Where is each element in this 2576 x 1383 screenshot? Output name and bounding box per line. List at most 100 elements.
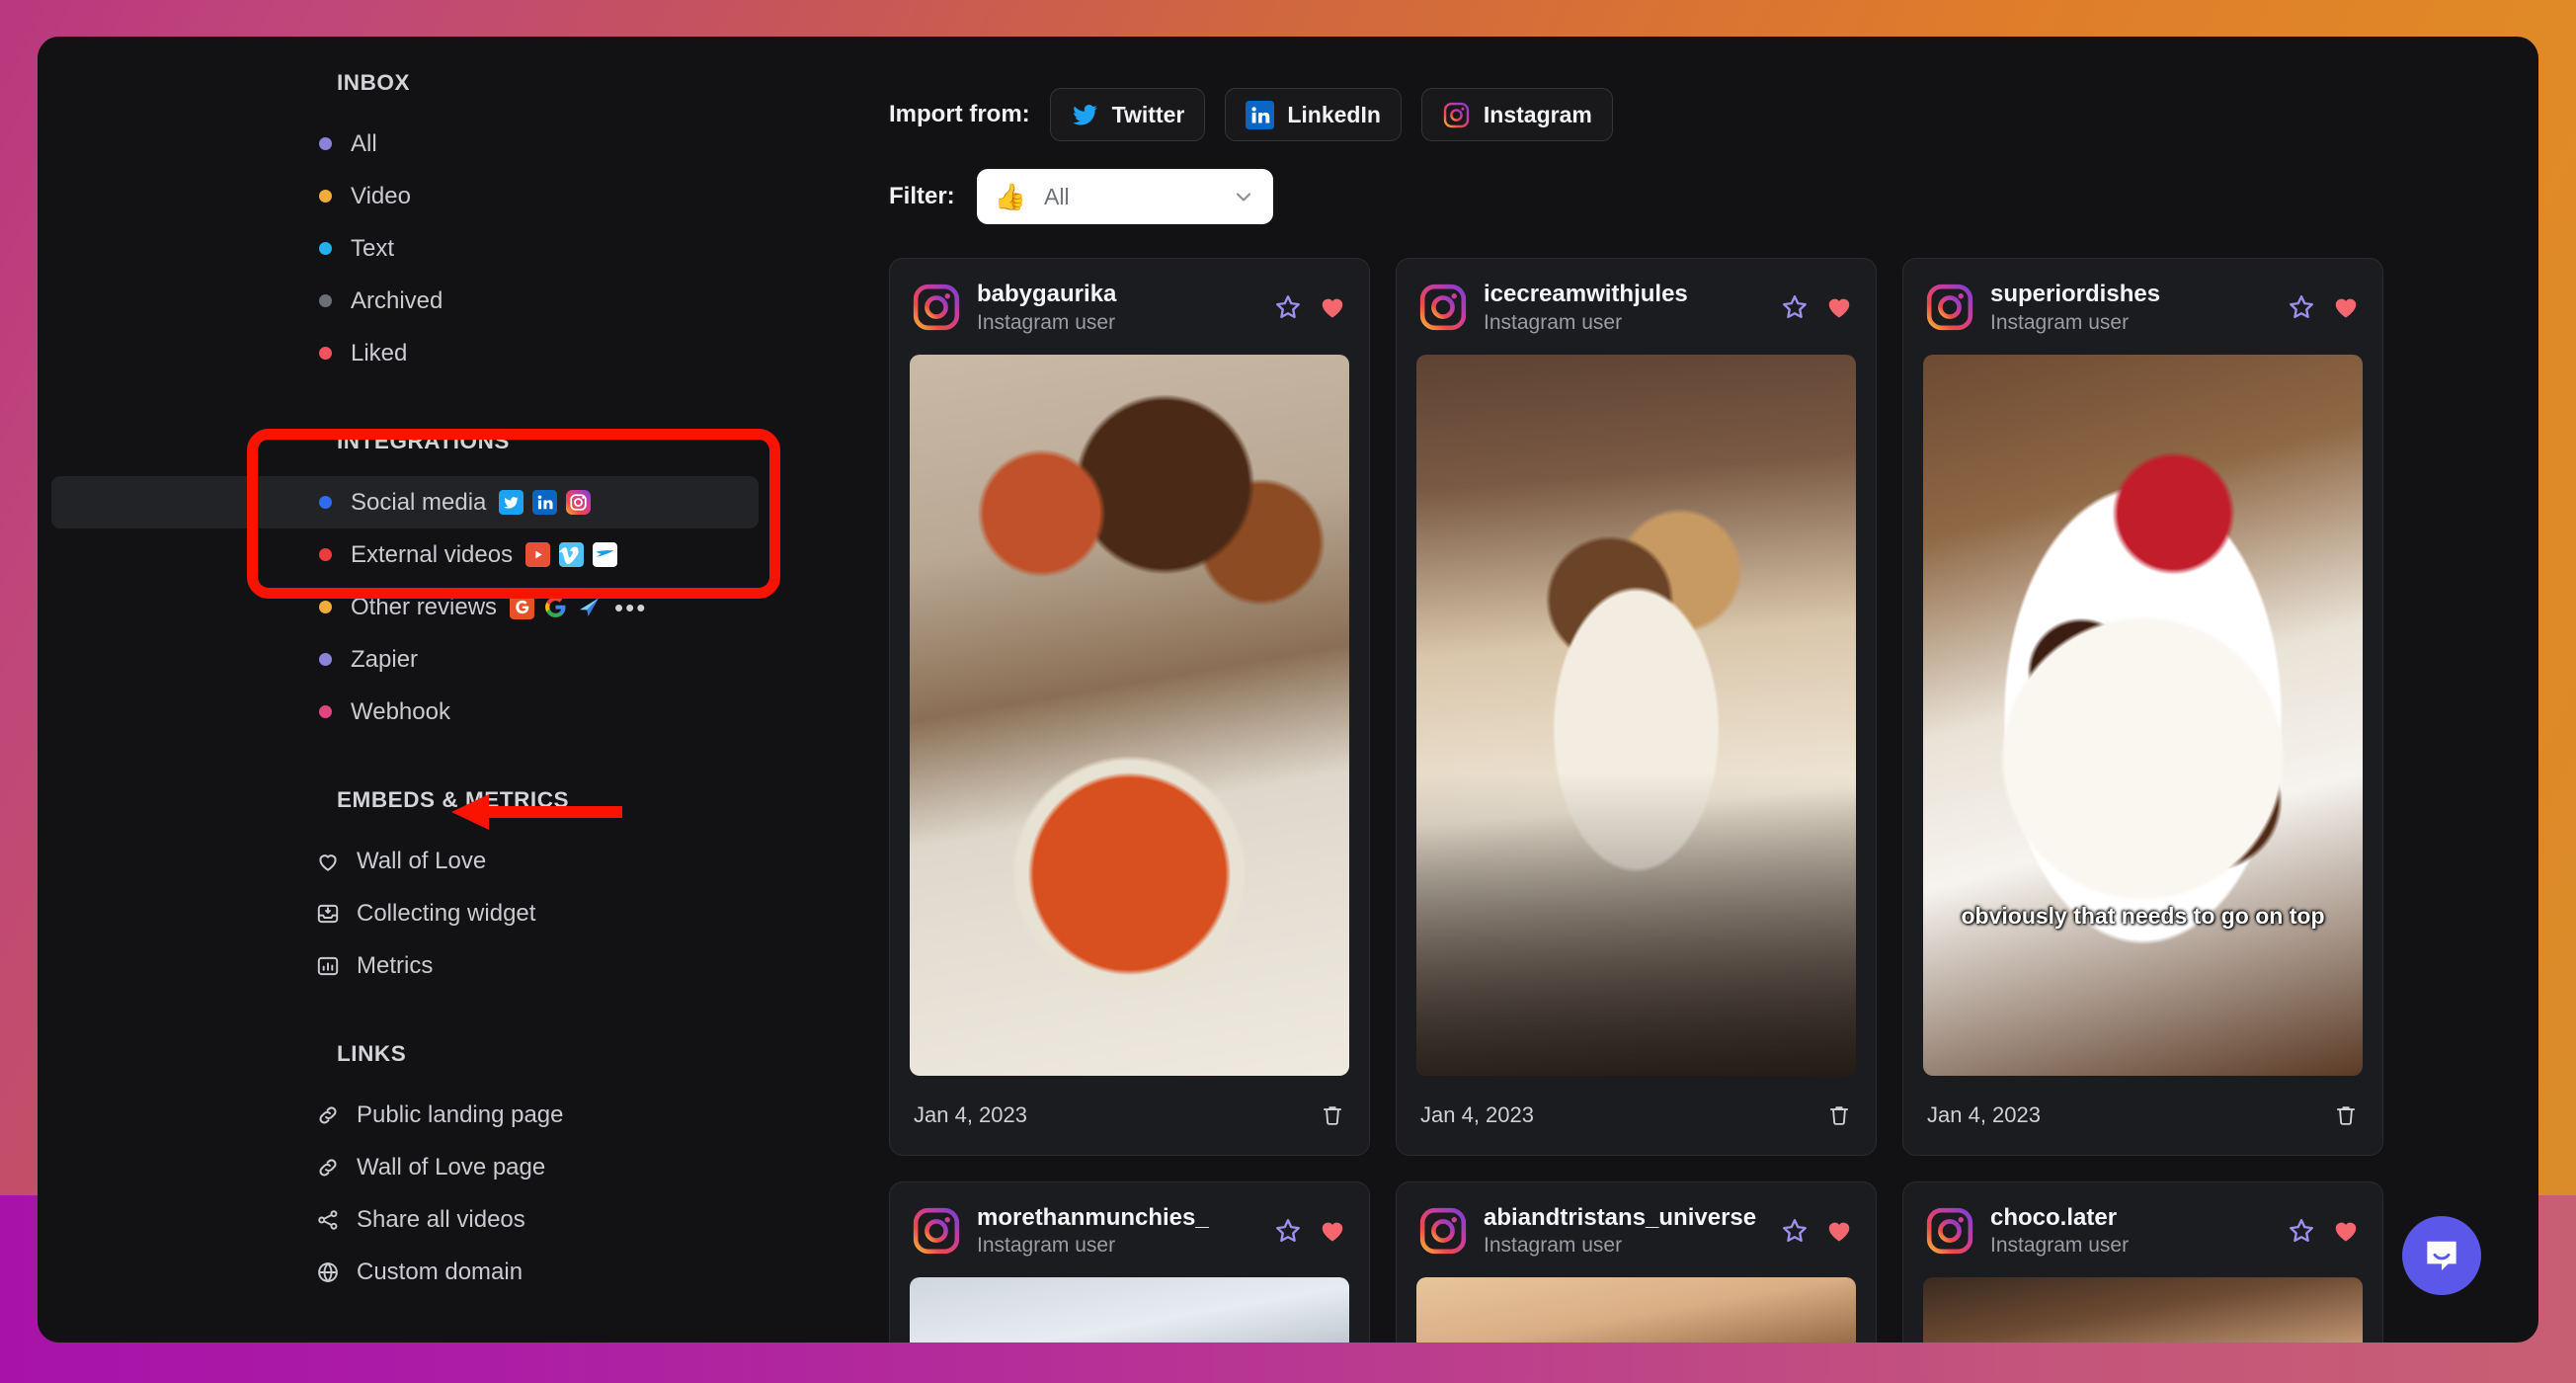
vimeo-icon: [559, 542, 585, 567]
card-media[interactable]: [910, 354, 1349, 1076]
sidebar-item-social-media[interactable]: Social media: [51, 476, 759, 529]
sidebar-item-wall-of-love-page[interactable]: Wall of Love page: [51, 1141, 759, 1193]
card-actions: [2287, 1216, 2361, 1246]
testimonial-card[interactable]: choco.later Instagram user: [1902, 1180, 2383, 1342]
sidebar-item-liked[interactable]: Liked: [51, 327, 759, 379]
card-username: superiordishes: [1990, 281, 2161, 307]
twitter-icon: [499, 490, 524, 515]
import-linkedin-button[interactable]: LinkedIn: [1225, 88, 1402, 141]
testimonial-card[interactable]: abiandtristans_universe Instagram user: [1396, 1180, 1877, 1342]
trash-icon[interactable]: [2333, 1101, 2359, 1129]
sidebar-item-text[interactable]: Text: [51, 222, 759, 275]
testimonial-card[interactable]: superiordishes Instagram user obviously …: [1902, 258, 2383, 1156]
sidebar-item-label: All: [351, 129, 377, 157]
heart-icon[interactable]: [1824, 1216, 1854, 1246]
sidebar-item-all[interactable]: All: [51, 118, 759, 170]
import-button-label: Twitter: [1111, 101, 1185, 127]
card-footer: Jan 4, 2023: [1903, 1076, 2382, 1155]
sidebar-item-metrics[interactable]: Metrics: [51, 939, 759, 992]
testimonial-photo: [1923, 1277, 2363, 1342]
linkedin-icon: [1246, 100, 1275, 129]
testimonial-card[interactable]: morethanmunchies_ Instagram user: [889, 1180, 1370, 1342]
sidebar-item-label: Zapier: [351, 645, 419, 673]
share-icon: [315, 1207, 341, 1233]
sidebar-item-label: Public landing page: [357, 1100, 564, 1128]
sidebar-item-label: Other reviews: [351, 593, 498, 620]
sidebar-section-title-links: LINKS: [337, 1041, 407, 1066]
sidebar-item-video[interactable]: Video: [51, 170, 759, 222]
sidebar: INBOX All Video Text Archived Liked INTE…: [38, 37, 818, 1342]
testimonial-card[interactable]: babygaurika Instagram user Jan 4, 2023: [889, 258, 1370, 1156]
sidebar-item-other-reviews[interactable]: Other reviews •••: [51, 581, 759, 633]
heart-icon[interactable]: [1318, 292, 1347, 322]
status-dot: [319, 653, 332, 666]
card-media[interactable]: [1416, 1277, 1856, 1342]
heart-icon[interactable]: [2331, 292, 2361, 322]
filter-selected-value: All: [1044, 183, 1070, 209]
card-media[interactable]: [910, 1277, 1349, 1342]
heart-icon[interactable]: [1318, 1216, 1347, 1246]
status-dot: [319, 294, 332, 307]
intercom-chat-button[interactable]: [2402, 1216, 2481, 1295]
card-username: morethanmunchies_: [977, 1203, 1209, 1231]
testimonial-photo: [1923, 354, 2363, 1076]
intercom-chat-icon: [2427, 1241, 2456, 1271]
sidebar-item-external-videos[interactable]: External videos: [51, 529, 759, 581]
heart-icon[interactable]: [1824, 292, 1854, 322]
card-username: babygaurika: [977, 281, 1117, 307]
sidebar-item-label: Archived: [351, 286, 443, 314]
card-actions: [1273, 1216, 1347, 1246]
sidebar-item-zapier[interactable]: Zapier: [51, 633, 759, 686]
import-twitter-button[interactable]: Twitter: [1049, 88, 1206, 141]
star-icon[interactable]: [1780, 1216, 1810, 1246]
testimonial-photo: [910, 1277, 1349, 1342]
status-dot: [319, 705, 332, 718]
sidebar-item-collecting-widget[interactable]: Collecting widget: [51, 887, 759, 939]
sidebar-item-custom-domain[interactable]: Custom domain: [51, 1246, 759, 1298]
card-source-label: Instagram user: [1990, 1234, 2130, 1258]
import-from-label: Import from:: [889, 101, 1030, 127]
sidebar-item-share-all-videos[interactable]: Share all videos: [51, 1193, 759, 1246]
sidebar-item-webhook[interactable]: Webhook: [51, 686, 759, 738]
star-icon[interactable]: [2287, 292, 2316, 322]
integration-icons: [525, 542, 618, 567]
import-instagram-button[interactable]: Instagram: [1420, 88, 1613, 141]
sidebar-item-label: Social media: [351, 488, 487, 516]
heart-icon[interactable]: [2331, 1216, 2361, 1246]
card-media[interactable]: [1416, 354, 1856, 1076]
filter-select[interactable]: 👍 All: [976, 169, 1273, 224]
more-icon[interactable]: •••: [614, 595, 647, 620]
sidebar-item-wall-of-love[interactable]: Wall of Love: [51, 835, 759, 887]
trash-icon[interactable]: [1320, 1101, 1345, 1129]
testimonial-grid: babygaurika Instagram user Jan 4, 2023 i…: [818, 224, 2538, 1342]
card-source-label: Instagram user: [977, 310, 1116, 334]
star-icon[interactable]: [1273, 292, 1303, 322]
status-dot: [319, 242, 332, 255]
filter-toolbar: Filter: 👍 All: [818, 169, 2538, 224]
sidebar-item-label: Custom domain: [357, 1258, 523, 1285]
card-media[interactable]: obviously that needs to go on top: [1923, 354, 2363, 1076]
sidebar-item-label: External videos: [351, 540, 514, 568]
testimonial-card[interactable]: icecreamwithjules Instagram user Jan 4, …: [1396, 258, 1877, 1156]
link-icon: [315, 1155, 341, 1180]
instagram-icon: [1442, 101, 1471, 129]
card-date: Jan 4, 2023: [914, 1101, 1027, 1127]
card-media[interactable]: [1923, 1277, 2363, 1342]
status-dot: [319, 347, 332, 360]
star-icon[interactable]: [1780, 292, 1810, 322]
link-icon: [315, 1102, 341, 1128]
sidebar-item-label: Liked: [351, 339, 408, 366]
card-actions: [2287, 292, 2361, 322]
star-icon[interactable]: [2287, 1216, 2316, 1246]
card-author: choco.later Instagram user: [1990, 1204, 2271, 1259]
sidebar-item-label: Text: [351, 234, 395, 262]
star-icon[interactable]: [1273, 1216, 1303, 1246]
card-source-label: Instagram user: [977, 1234, 1116, 1258]
sidebar-item-public-landing-page[interactable]: Public landing page: [51, 1089, 759, 1141]
sidebar-item-archived[interactable]: Archived: [51, 275, 759, 327]
card-date: Jan 4, 2023: [1420, 1101, 1534, 1127]
trash-icon[interactable]: [1826, 1101, 1852, 1129]
status-dot: [319, 548, 332, 561]
heart-outline-icon: [315, 849, 341, 874]
sidebar-item-label: Collecting widget: [357, 899, 536, 927]
